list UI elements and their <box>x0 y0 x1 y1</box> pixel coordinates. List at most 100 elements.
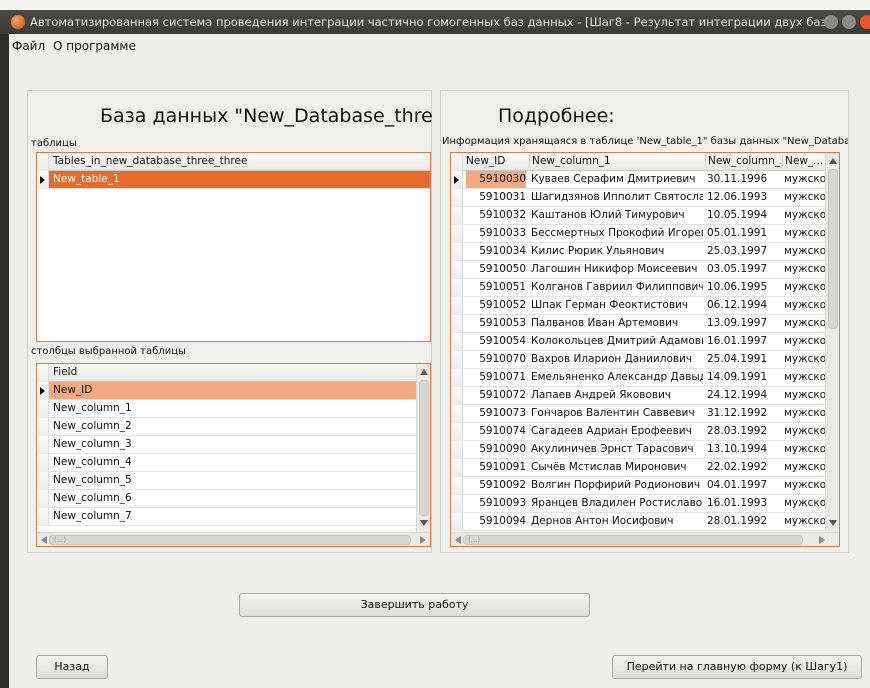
scroll-thumb[interactable] <box>419 380 429 516</box>
data-row[interactable]: 5910070 Вахров Иларион Даниилович 25.04.19… <box>451 351 839 369</box>
column-name-cell[interactable]: New_column_7 <box>53 510 132 522</box>
gender-cell[interactable]: мужской <box>782 281 826 293</box>
birthdate-cell[interactable]: 22.02.1992 <box>705 461 781 473</box>
gender-cell[interactable]: мужской <box>782 209 826 221</box>
birthdate-cell[interactable]: 03.05.1997 <box>705 263 781 275</box>
name-cell[interactable]: Сагадеев Адриан Ерофеевич <box>529 425 703 437</box>
birthdate-cell[interactable]: 10.06.1995 <box>705 281 781 293</box>
birthdate-cell[interactable]: 13.10.1994 <box>705 443 781 455</box>
column-name-cell[interactable]: New_column_2 <box>53 420 132 432</box>
name-cell[interactable]: Емельяненко Александр Давыд... <box>529 371 703 383</box>
name-cell[interactable]: Бессмертных Прокофий Игоревич <box>529 227 703 239</box>
gender-cell[interactable]: мужской <box>782 497 826 509</box>
data-row[interactable]: 5910051 Колганов Гавриил Филиппович 10.06.… <box>451 279 839 297</box>
data-row[interactable]: 5910072 Лапаев Андрей Яковович 24.12.1994 м… <box>451 387 839 405</box>
gender-cell[interactable]: мужской <box>782 515 826 527</box>
header-new-column-1[interactable]: New_column_1 <box>529 155 703 167</box>
birthdate-cell[interactable]: 28.01.1992 <box>705 515 781 527</box>
data-row[interactable]: 5910091 Сычёв Мстислав Миронович 22.02.199… <box>451 459 839 477</box>
data-row[interactable]: 5910054 Колокольцев Дмитрий Адамович 16.01… <box>451 333 839 351</box>
id-cell[interactable]: 5910050 <box>466 263 526 275</box>
birthdate-cell[interactable]: 14.09.1991 <box>705 371 781 383</box>
id-cell[interactable]: 5910090 <box>466 443 526 455</box>
gender-cell[interactable]: мужской <box>782 443 826 455</box>
columns-grid[interactable]: Field New_ID New_column_1 New_column_2 N… <box>36 363 431 547</box>
data-vertical-scrollbar[interactable] <box>825 153 839 532</box>
header-new-column-3[interactable]: New_... <box>782 155 826 167</box>
birthdate-cell[interactable]: 16.01.1993 <box>705 497 781 509</box>
birthdate-cell[interactable]: 16.01.1997 <box>705 335 781 347</box>
data-horizontal-scrollbar[interactable]: (...) <box>451 532 839 546</box>
name-cell[interactable]: Колокольцев Дмитрий Адамович <box>529 335 703 347</box>
data-row[interactable]: 5910030 Куваев Серафим Дмитриевич 30.11.19… <box>451 171 839 189</box>
id-cell[interactable]: 5910052 <box>466 299 526 311</box>
gender-cell[interactable]: мужской <box>782 461 826 473</box>
name-cell[interactable]: Яранцев Владилен Ростиславович <box>529 497 703 509</box>
column-name-cell[interactable]: New_column_4 <box>53 456 132 468</box>
scroll-thumb[interactable] <box>828 169 838 329</box>
gender-cell[interactable]: мужской <box>782 227 826 239</box>
table-name-cell[interactable]: New_table_1 <box>53 173 120 185</box>
table-row[interactable]: New_table_1 <box>37 171 430 189</box>
data-row[interactable]: 5910074 Сагадеев Адриан Ерофеевич 28.03.19… <box>451 423 839 441</box>
data-row[interactable]: 5910034 Килис Рюрик Ульянович 25.03.1997 му… <box>451 243 839 261</box>
maximize-icon[interactable] <box>842 15 856 29</box>
birthdate-cell[interactable]: 24.12.1994 <box>705 389 781 401</box>
name-cell[interactable]: Палванов Иван Артемович <box>529 317 703 329</box>
gender-cell[interactable]: мужской <box>782 479 826 491</box>
data-row[interactable]: 5910031 Шагидзянов Ипполит Святослав... 12… <box>451 189 839 207</box>
data-row[interactable]: 5910090 Акулиничев Эрнст Тарасович 13.10.1… <box>451 441 839 459</box>
name-cell[interactable]: Шпак Герман Феоктистович <box>529 299 703 311</box>
birthdate-cell[interactable]: 25.04.1991 <box>705 353 781 365</box>
column-row[interactable]: New_column_2 <box>37 418 430 436</box>
column-name-cell[interactable]: New_ID <box>53 384 92 396</box>
data-row[interactable]: 5910092 Волгин Порфирий Родионович 04.01.1… <box>451 477 839 495</box>
data-row[interactable]: 5910052 Шпак Герман Феоктистович 06.12.199… <box>451 297 839 315</box>
birthdate-cell[interactable]: 10.05.1994 <box>705 209 781 221</box>
header-new-id[interactable]: New_ID <box>466 155 526 167</box>
data-row[interactable]: 5910053 Палванов Иван Артемович 13.09.1997… <box>451 315 839 333</box>
id-cell[interactable]: 5910033 <box>466 227 526 239</box>
column-name-cell[interactable]: New_column_5 <box>53 474 132 486</box>
id-cell[interactable]: 5910094 <box>466 515 526 527</box>
id-cell[interactable]: 5910073 <box>466 407 526 419</box>
id-cell[interactable]: 5910034 <box>466 245 526 257</box>
name-cell[interactable]: Дернов Антон Иосифович <box>529 515 703 527</box>
gender-cell[interactable]: мужской <box>782 245 826 257</box>
scroll-down-icon[interactable] <box>420 520 428 526</box>
birthdate-cell[interactable]: 28.03.1992 <box>705 425 781 437</box>
id-cell[interactable]: 5910093 <box>466 497 526 509</box>
data-row[interactable]: 5910071 Емельяненко Александр Давыд... 14.… <box>451 369 839 387</box>
name-cell[interactable]: Килис Рюрик Ульянович <box>529 245 703 257</box>
field-column-header[interactable]: Field <box>53 366 77 378</box>
id-cell[interactable]: 5910071 <box>466 371 526 383</box>
scroll-thumb[interactable]: (...) <box>463 535 803 545</box>
name-cell[interactable]: Колганов Гавриил Филиппович <box>529 281 703 293</box>
birthdate-cell[interactable]: 05.01.1991 <box>705 227 781 239</box>
gender-cell[interactable]: мужской <box>782 173 826 185</box>
birthdate-cell[interactable]: 30.11.1996 <box>705 173 781 185</box>
column-row[interactable]: New_column_3 <box>37 436 430 454</box>
id-cell[interactable]: 5910092 <box>466 479 526 491</box>
id-cell[interactable]: 5910032 <box>466 209 526 221</box>
name-cell[interactable]: Волгин Порфирий Родионович <box>529 479 703 491</box>
columns-vertical-scrollbar[interactable] <box>416 364 430 532</box>
birthdate-cell[interactable]: 04.01.1997 <box>705 479 781 491</box>
scroll-right-icon[interactable] <box>819 536 825 544</box>
column-name-cell[interactable]: New_column_1 <box>53 402 132 414</box>
id-cell[interactable]: 5910091 <box>466 461 526 473</box>
gender-cell[interactable]: мужской <box>782 353 826 365</box>
gender-cell[interactable]: мужской <box>782 317 826 329</box>
id-cell[interactable]: 5910054 <box>466 335 526 347</box>
scroll-right-icon[interactable] <box>420 536 426 544</box>
tables-column-header[interactable]: Tables_in_new_database_three_three <box>53 155 247 167</box>
id-cell[interactable]: 5910053 <box>466 317 526 329</box>
column-row[interactable]: New_column_5 <box>37 472 430 490</box>
column-row[interactable]: New_ID <box>37 382 430 400</box>
name-cell[interactable]: Вахров Иларион Даниилович <box>529 353 703 365</box>
birthdate-cell[interactable]: 25.03.1997 <box>705 245 781 257</box>
id-cell[interactable]: 5910030 <box>466 171 526 188</box>
corner-cell[interactable] <box>37 153 49 171</box>
scroll-up-icon[interactable] <box>420 369 428 375</box>
title-bar[interactable]: Автоматизированная система проведения ин… <box>0 10 870 34</box>
